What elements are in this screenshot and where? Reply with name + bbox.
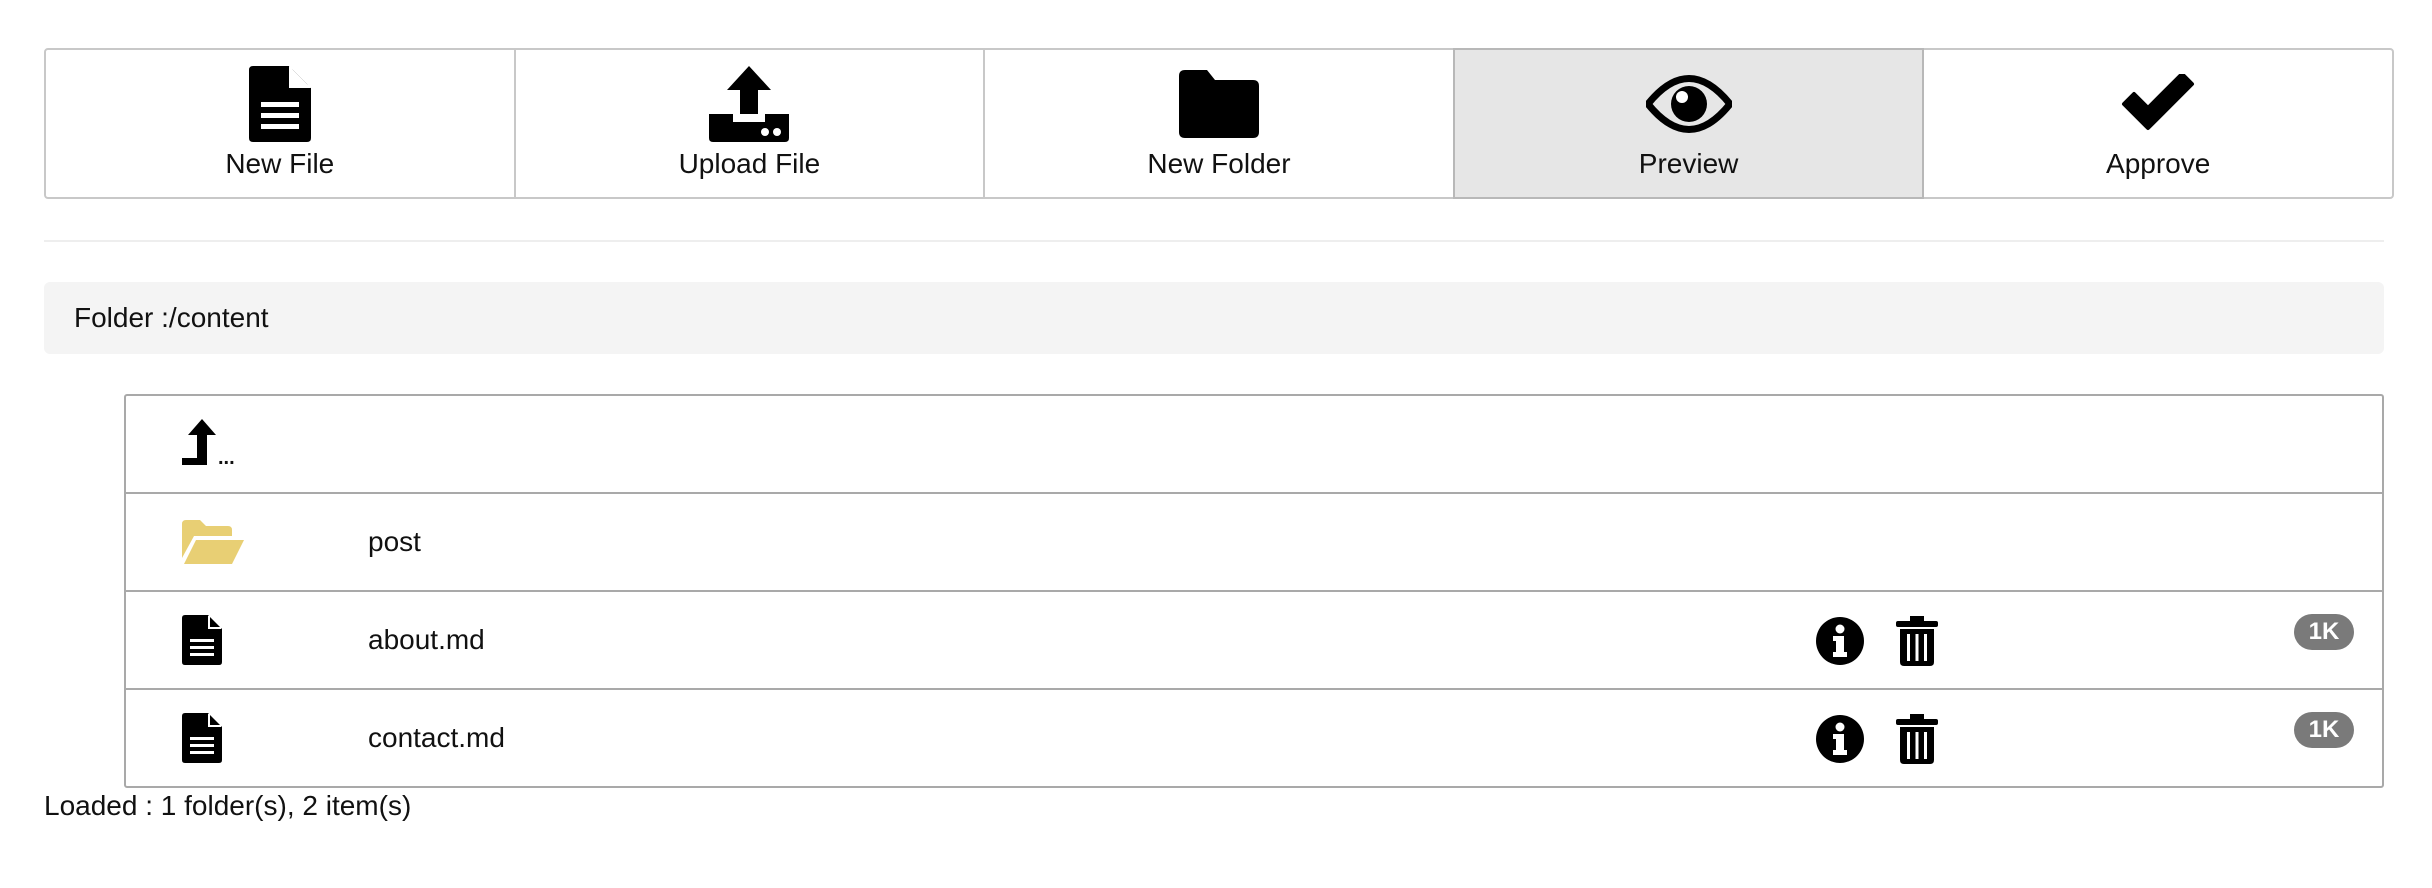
list-item[interactable]: post — [126, 494, 2382, 592]
folder-icon — [1178, 64, 1259, 144]
parent-folder-row[interactable]: ... — [126, 396, 2382, 494]
new-file-label: New File — [225, 148, 335, 179]
file-name[interactable]: about.md — [368, 592, 485, 688]
eye-icon — [1645, 64, 1732, 144]
folder-open-icon — [182, 514, 250, 570]
parent-folder-label: ... — [218, 446, 235, 469]
info-icon[interactable] — [1813, 614, 1867, 668]
check-icon — [2120, 64, 2196, 144]
status-text: Loaded : 1 folder(s), 2 item(s) — [44, 790, 412, 821]
file-text-icon — [182, 710, 250, 766]
level-up-icon[interactable]: ... — [182, 416, 250, 472]
file-text-icon — [182, 612, 250, 668]
preview-button[interactable]: Preview — [1452, 48, 1925, 199]
new-folder-label: New Folder — [1147, 148, 1291, 179]
file-name[interactable]: contact.md — [368, 690, 505, 786]
approve-label: Approve — [2106, 148, 2211, 179]
toolbar: New File Upload File New Folder Preview … — [44, 48, 2394, 199]
list-item[interactable]: about.md 1K — [126, 592, 2382, 690]
breadcrumb: Folder :/content — [44, 282, 2384, 354]
trash-icon[interactable] — [1890, 614, 1944, 668]
upload-file-button[interactable]: Upload File — [513, 48, 986, 199]
file-list: ... post about.md 1K contact.md 1K — [124, 394, 2384, 788]
trash-icon[interactable] — [1890, 712, 1944, 766]
list-item[interactable]: contact.md 1K — [126, 690, 2382, 788]
file-name[interactable]: post — [368, 494, 421, 590]
upload-file-label: Upload File — [678, 148, 821, 179]
preview-label: Preview — [1638, 148, 1739, 179]
divider — [44, 240, 2384, 242]
info-icon[interactable] — [1813, 712, 1867, 766]
approve-button[interactable]: Approve — [1922, 48, 2394, 199]
new-file-button[interactable]: New File — [44, 48, 516, 199]
breadcrumb-text: Folder :/content — [74, 302, 269, 333]
new-folder-button[interactable]: New Folder — [983, 48, 1455, 199]
size-badge: 1K — [2294, 712, 2354, 748]
upload-icon — [709, 64, 790, 144]
file-icon — [248, 64, 311, 144]
size-badge: 1K — [2294, 614, 2354, 650]
